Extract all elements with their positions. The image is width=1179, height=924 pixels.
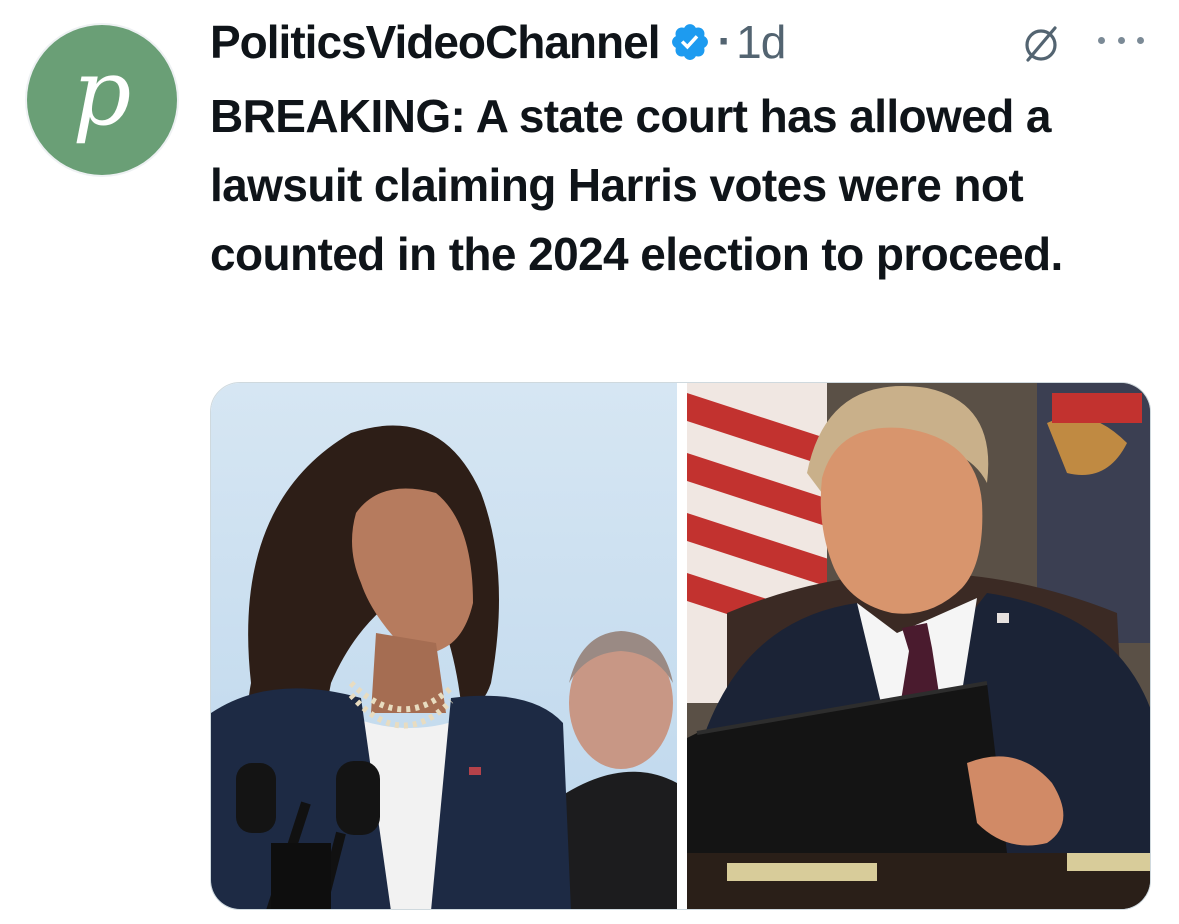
- more-dot: [1098, 36, 1105, 44]
- verified-badge-icon[interactable]: [669, 21, 711, 63]
- avatar-letter: p: [72, 39, 132, 146]
- tweet-text: BREAKING: A state court has allowed a la…: [210, 90, 1063, 280]
- more-dot: [1137, 36, 1144, 44]
- media-divider: [677, 383, 687, 909]
- tweet-header: PoliticsVideoChannel · 1d: [210, 14, 786, 70]
- grok-icon[interactable]: [1022, 22, 1060, 66]
- avatar[interactable]: p: [27, 25, 177, 175]
- more-dot: [1117, 36, 1125, 44]
- more-options-icon[interactable]: [1098, 33, 1144, 47]
- header-separator: ·: [717, 17, 733, 66]
- media-grid: [210, 382, 1151, 910]
- display-name[interactable]: PoliticsVideoChannel: [210, 15, 660, 69]
- tweet-timestamp[interactable]: 1d: [736, 15, 786, 69]
- tweet-card[interactable]: p PoliticsVideoChannel · 1d BREAKING: A …: [0, 0, 1179, 924]
- media-photo-left[interactable]: [211, 383, 677, 909]
- media-photo-right[interactable]: [687, 383, 1150, 909]
